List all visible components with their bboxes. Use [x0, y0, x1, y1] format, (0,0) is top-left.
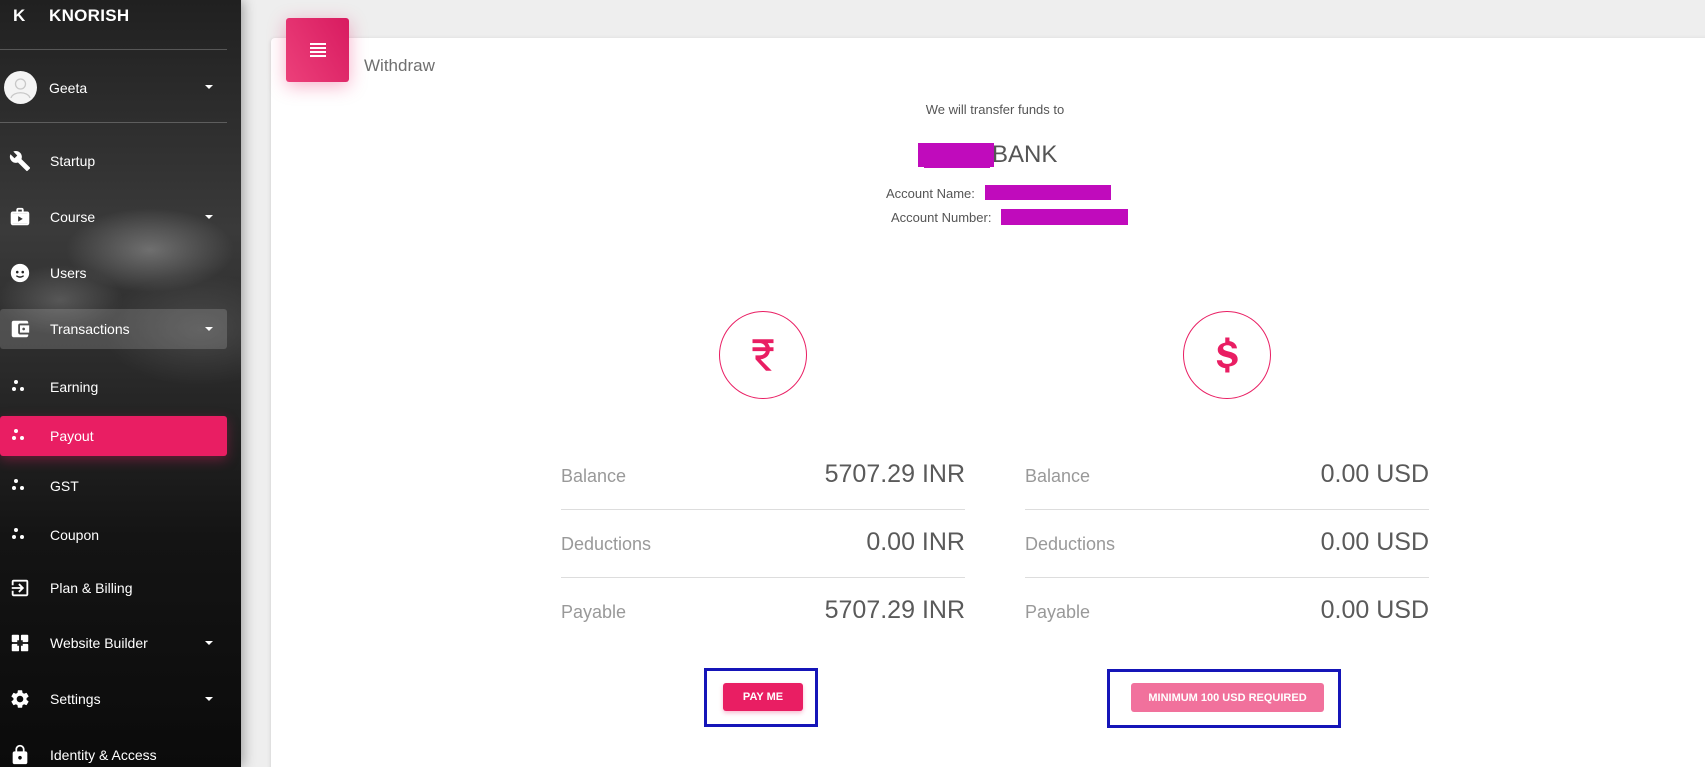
sidebar-item-coupon[interactable]: Coupon [0, 515, 227, 555]
sidebar-item-website-builder[interactable]: Website Builder [0, 623, 227, 663]
sidebar-item-label: Earning [50, 379, 99, 395]
sidebar-item-label: Website Builder [50, 635, 148, 651]
user-avatar-icon [4, 71, 37, 104]
table-row: Balance 0.00 USD [1025, 442, 1429, 510]
chevron-down-icon [205, 215, 213, 219]
dollar-icon [1183, 311, 1271, 399]
dots-icon [12, 479, 26, 491]
bank-name: BANK [992, 141, 1058, 168]
briefcase-icon [8, 206, 32, 228]
wrench-icon [8, 150, 32, 172]
exit-to-app-icon [8, 577, 32, 599]
sidebar-item-users[interactable]: Users [0, 253, 227, 293]
chevron-down-icon [205, 327, 213, 331]
deductions-value: 0.00 INR [866, 528, 965, 556]
dots-icon [12, 380, 26, 392]
deductions-label: Deductions [561, 534, 652, 554]
account-number-label: Account Number: [891, 210, 992, 225]
sidebar-divider [0, 49, 227, 50]
sidebar-item-label: GST [50, 478, 79, 494]
table-row: Payable 5707.29 INR [561, 578, 965, 646]
menu-icon [310, 43, 326, 57]
sidebar-item-gst[interactable]: GST [0, 466, 227, 506]
rupee-icon [719, 311, 807, 399]
sidebar-item-label: Startup [50, 153, 96, 169]
chevron-down-icon [205, 697, 213, 701]
sidebar-item-identity-access[interactable]: Identity & Access [0, 735, 227, 767]
avatar [4, 71, 37, 104]
redacted-account-number [1001, 209, 1128, 225]
sidebar-item-label: Coupon [50, 527, 100, 543]
page-title: Withdraw [364, 56, 435, 75]
wallet-icon [8, 318, 32, 340]
payable-value: 5707.29 INR [824, 596, 965, 624]
balance-label: Balance [1025, 466, 1091, 486]
deductions-value: 0.00 USD [1320, 528, 1429, 556]
sidebar-item-label: Users [50, 265, 87, 281]
sidebar-item-label: Transactions [50, 321, 130, 337]
table-row: Balance 5707.29 INR [561, 442, 965, 510]
transfer-text: We will transfer funds to [925, 102, 1065, 117]
sidebar-item-earning[interactable]: Earning [0, 367, 227, 407]
redacted-account-name [985, 185, 1111, 200]
sidebar-item-settings[interactable]: Settings [0, 679, 227, 719]
deductions-label: Deductions [1025, 534, 1116, 554]
user-menu[interactable]: Geeta [0, 68, 227, 106]
face-icon [8, 262, 32, 284]
sidebar-item-payout[interactable]: Payout [0, 416, 227, 456]
sidebar-item-label: Course [50, 209, 96, 225]
payable-value: 0.00 USD [1320, 596, 1429, 624]
dots-icon [12, 429, 26, 441]
widgets-icon [8, 632, 32, 654]
user-name: Geeta [49, 80, 88, 96]
balance-value: 5707.29 INR [824, 460, 965, 488]
redacted-bank-name [924, 160, 990, 168]
minimum-usd-required-button[interactable]: MINIMUM 100 USD REQUIRED [1131, 683, 1324, 712]
sidebar-item-label: Plan & Billing [50, 580, 133, 596]
pay-me-button[interactable]: PAY ME [723, 683, 803, 711]
sidebar-item-startup[interactable]: Startup [0, 141, 227, 181]
usd-summary-table: Balance 0.00 USD Deductions 0.00 USD Pay… [1025, 442, 1429, 646]
chevron-down-icon [205, 85, 213, 89]
sidebar-item-label: Payout [50, 428, 94, 444]
table-row: Deductions 0.00 USD [1025, 510, 1429, 578]
payable-label: Payable [1025, 602, 1091, 622]
menu-toggle-button[interactable] [286, 18, 349, 82]
brand-name[interactable]: KNORISH [49, 6, 130, 26]
sidebar-item-course[interactable]: Course [0, 197, 227, 237]
balance-value: 0.00 USD [1320, 460, 1429, 488]
sidebar-item-transactions[interactable]: Transactions [0, 309, 227, 349]
table-row: Deductions 0.00 INR [561, 510, 965, 578]
balance-label: Balance [561, 466, 627, 486]
dots-icon [12, 528, 26, 540]
table-row: Payable 0.00 USD [1025, 578, 1429, 646]
brand-mini-logo[interactable]: K [13, 6, 25, 26]
chevron-down-icon [205, 641, 213, 645]
gear-icon [8, 688, 32, 710]
payable-label: Payable [561, 602, 627, 622]
sidebar-item-label: Settings [50, 691, 101, 707]
sidebar-divider [0, 122, 227, 123]
lock-icon [8, 744, 32, 766]
sidebar-item-label: Identity & Access [50, 747, 157, 763]
account-name-label: Account Name: [886, 186, 975, 201]
sidebar-item-plan-billing[interactable]: Plan & Billing [0, 568, 227, 608]
brand[interactable]: K KNORISH [0, 0, 241, 32]
inr-summary-table: Balance 5707.29 INR Deductions 0.00 INR … [561, 442, 965, 646]
